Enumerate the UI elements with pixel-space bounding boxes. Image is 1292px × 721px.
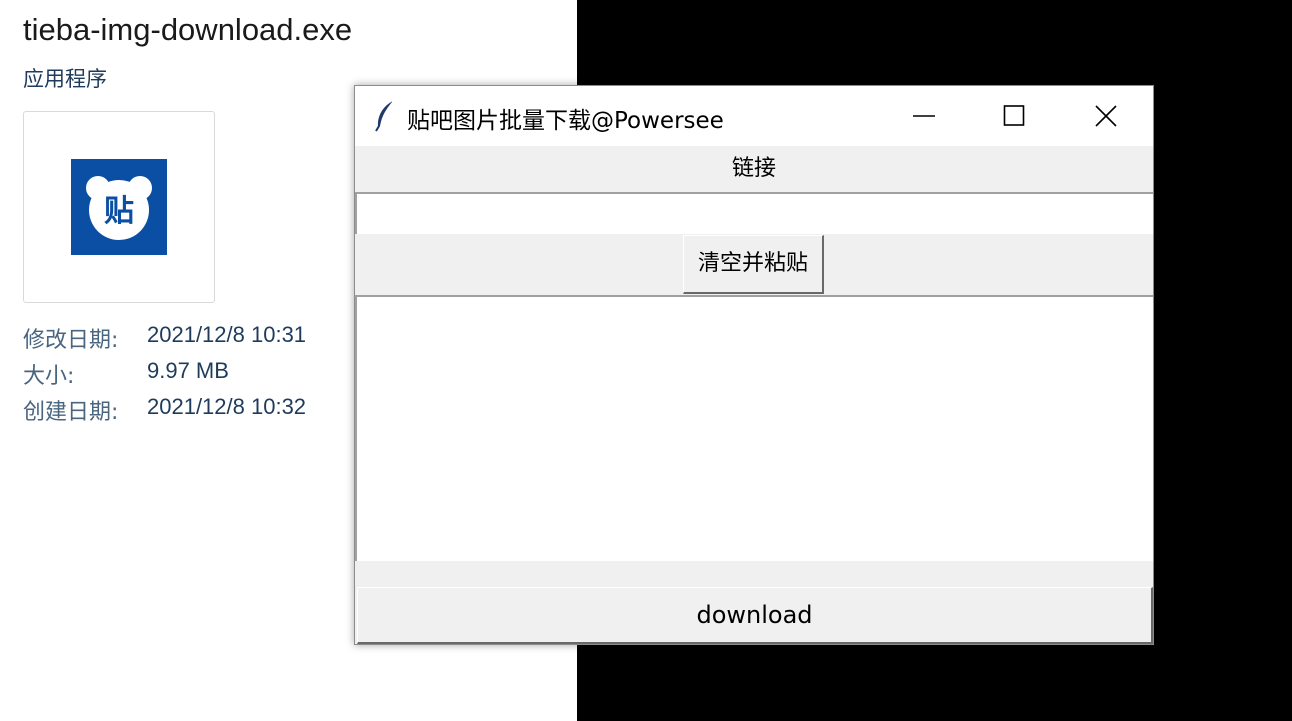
link-input[interactable] [355, 192, 1153, 234]
clear-and-paste-button[interactable]: 清空并粘贴 [683, 235, 824, 294]
close-button[interactable] [1061, 86, 1151, 146]
tieba-app-icon: 贴 [71, 159, 167, 255]
tieba-icon-glyph: 贴 [104, 194, 134, 229]
output-textarea[interactable] [355, 295, 1153, 561]
app-window: 贴吧图片批量下载@Powersee 链接 清空并粘贴 download [354, 85, 1154, 645]
minimize-button[interactable] [879, 86, 969, 146]
minimize-icon [913, 115, 935, 117]
meta-created-label: 创建日期: [23, 400, 119, 425]
window-titlebar[interactable]: 贴吧图片批量下载@Powersee [355, 86, 1153, 146]
meta-created-value: 2021/12/8 10:32 [147, 394, 307, 419]
close-icon [1095, 105, 1117, 127]
maximize-button[interactable] [969, 86, 1059, 146]
file-name: tieba-img-download.exe [23, 12, 353, 47]
meta-size-value: 9.97 MB [147, 358, 229, 383]
maximize-icon [1003, 105, 1025, 126]
file-thumbnail: 贴 [23, 111, 215, 303]
file-type: 应用程序 [23, 67, 107, 91]
meta-modified-value: 2021/12/8 10:31 [147, 322, 307, 347]
download-button[interactable]: download [357, 587, 1153, 644]
meta-size-label: 大小: [23, 364, 75, 389]
link-label: 链接 [731, 156, 776, 181]
meta-modified-label: 修改日期: [23, 328, 119, 353]
window-title: 贴吧图片批量下载@Powersee [407, 108, 724, 134]
feather-icon [373, 100, 397, 132]
